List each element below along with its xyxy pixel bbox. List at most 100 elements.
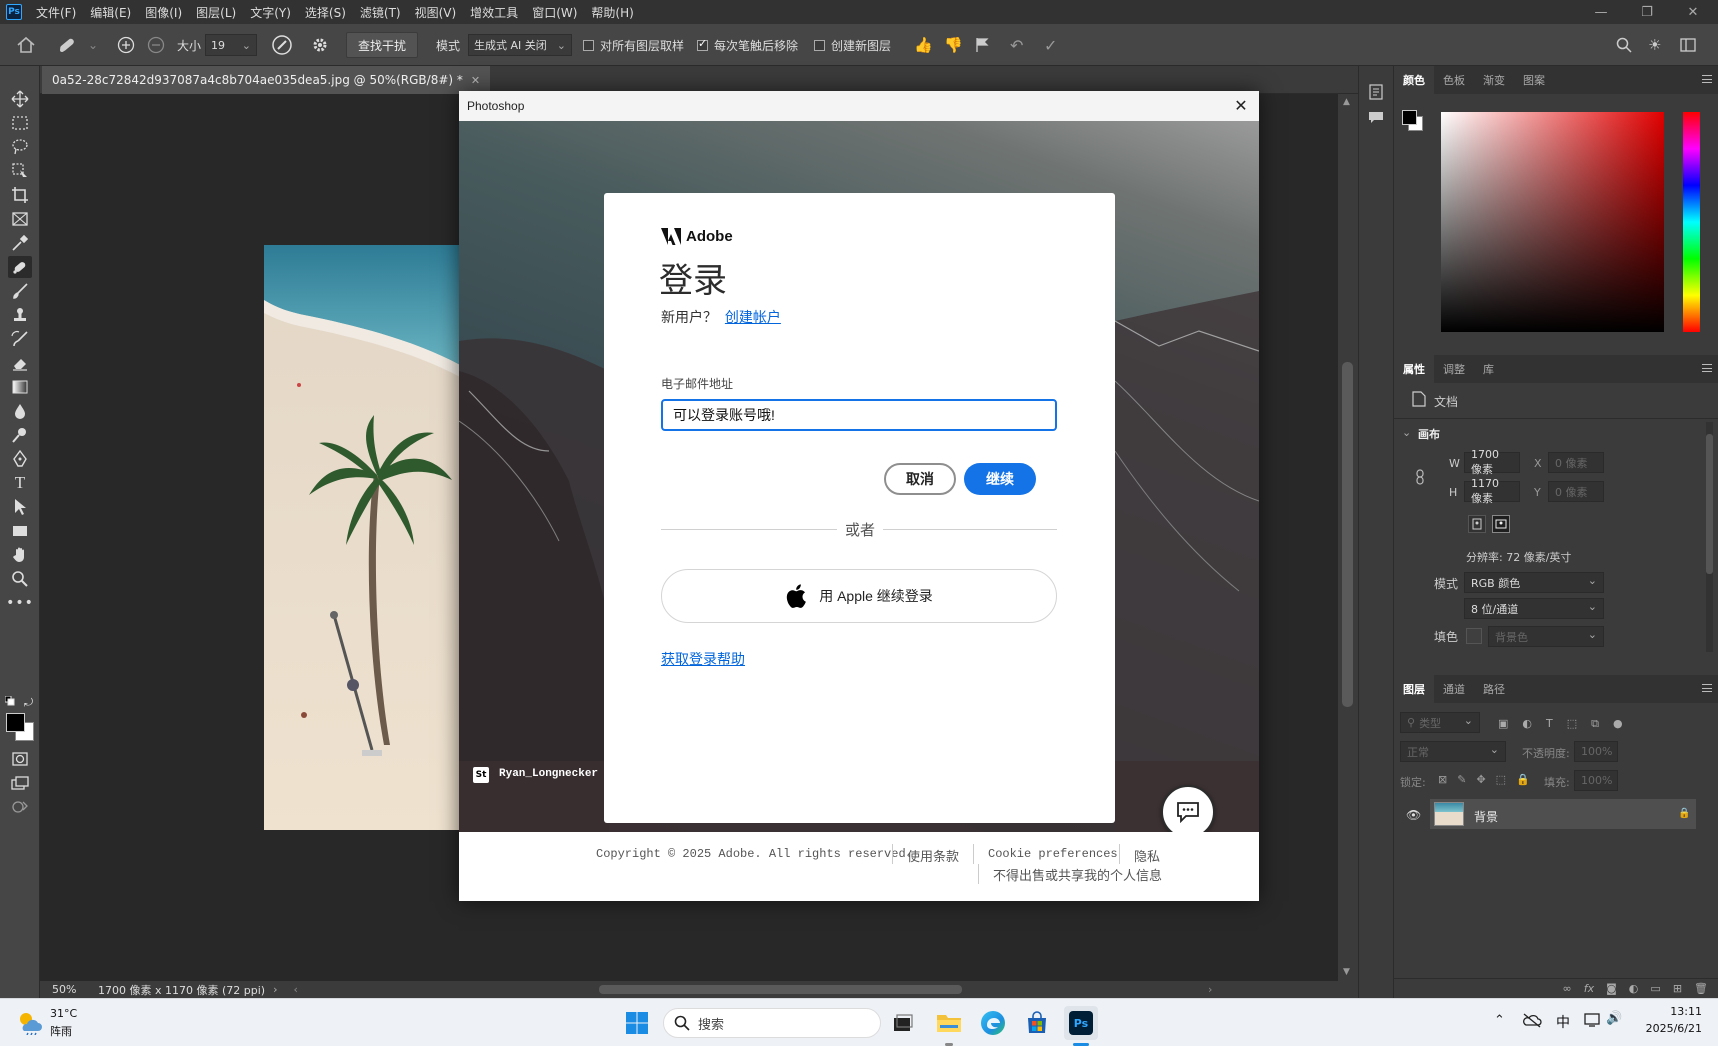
properties-scroll-thumb[interactable] — [1706, 434, 1713, 574]
adjustment-layer-icon[interactable]: ◐ — [1629, 982, 1639, 995]
more-tools-icon[interactable]: ••• — [6, 592, 33, 614]
thumbs-up-icon[interactable]: 👍 — [914, 24, 933, 66]
tab-libraries[interactable]: 库 — [1474, 355, 1503, 383]
settings-gear-icon[interactable] — [310, 24, 330, 66]
add-to-brush-icon[interactable] — [116, 24, 136, 66]
document-image[interactable] — [264, 245, 460, 830]
new-layer-icon[interactable]: ⊞ — [1673, 982, 1682, 995]
lightbulb-icon[interactable]: ☀ — [1648, 24, 1661, 66]
frame-tool-icon[interactable] — [8, 208, 32, 230]
y-field[interactable]: 0 像素 — [1548, 481, 1604, 502]
eyedropper-tool-icon[interactable] — [8, 232, 32, 254]
collapse-chevron-icon[interactable]: ⌄ — [1402, 426, 1411, 439]
object-selection-tool-icon[interactable] — [8, 160, 32, 182]
x-field[interactable]: 0 像素 — [1548, 452, 1604, 473]
move-tool-icon[interactable] — [8, 88, 32, 110]
menu-filter[interactable]: 滤镜(T) — [360, 4, 401, 21]
menu-type[interactable]: 文字(Y) — [250, 4, 291, 21]
history-brush-tool-icon[interactable] — [8, 328, 32, 350]
login-help-link[interactable]: 获取登录帮助 — [661, 649, 745, 669]
lock-artboard-icon[interactable]: ⬚ — [1496, 773, 1506, 786]
workspace-icon[interactable] — [1680, 24, 1696, 66]
pen-tool-icon[interactable] — [8, 448, 32, 470]
new-group-icon[interactable]: ▭ — [1650, 982, 1660, 995]
start-windows-icon[interactable] — [620, 1006, 654, 1040]
menu-window[interactable]: 窗口(W) — [532, 4, 577, 21]
weather-icon[interactable] — [16, 1009, 44, 1035]
menu-view[interactable]: 视图(V) — [415, 4, 457, 21]
panel-menu-icon[interactable] — [1702, 684, 1712, 692]
crop-tool-icon[interactable] — [8, 184, 32, 206]
shape-filter-icon[interactable]: ⬚ — [1567, 717, 1577, 731]
tab-properties[interactable]: 属性 — [1394, 355, 1434, 383]
delete-layer-icon[interactable]: 🗑 — [1694, 982, 1708, 995]
find-distractions-button[interactable]: 查找干扰 — [346, 32, 418, 58]
subtract-brush-icon[interactable] — [146, 24, 166, 66]
panel-menu-icon[interactable] — [1702, 75, 1712, 83]
rectangle-tool-icon[interactable] — [8, 520, 32, 542]
file-explorer-icon[interactable] — [932, 1006, 966, 1040]
eraser-tool-icon[interactable] — [8, 352, 32, 374]
cancel-button[interactable]: 取消 — [884, 463, 956, 495]
bit-depth-select[interactable]: 8 位/通道 — [1464, 598, 1604, 619]
blur-tool-icon[interactable] — [8, 400, 32, 422]
pixel-filter-icon[interactable]: ▣ — [1498, 717, 1508, 731]
clone-stamp-tool-icon[interactable] — [8, 304, 32, 326]
tab-color[interactable]: 颜色 — [1394, 66, 1434, 94]
layer-filter-select[interactable]: ⚲ 类型 — [1400, 712, 1480, 733]
spot-healing-tool-icon[interactable] — [8, 256, 32, 278]
flag-icon[interactable] — [975, 24, 989, 66]
link-dimensions-icon[interactable] — [1414, 469, 1426, 485]
height-field[interactable]: 1170 像素 — [1464, 477, 1520, 505]
privacy-link[interactable]: 隐私 — [1134, 846, 1160, 865]
portrait-orientation-icon[interactable] — [1468, 515, 1486, 533]
create-new-layer-checkbox[interactable]: 创建新图层 — [814, 24, 891, 66]
menu-help[interactable]: 帮助(H) — [591, 4, 633, 21]
marquee-tool-icon[interactable] — [8, 112, 32, 134]
minimize-icon[interactable]: — — [1578, 0, 1624, 24]
share-icon[interactable] — [8, 796, 32, 818]
vertical-scroll-thumb[interactable] — [1342, 362, 1353, 707]
tab-layers[interactable]: 图层 — [1394, 675, 1434, 703]
layer-row[interactable] — [1430, 799, 1696, 829]
vertical-scrollbar[interactable]: ▲ ▼ — [1338, 94, 1358, 981]
menu-layer[interactable]: 图层(L) — [196, 4, 236, 21]
do-not-sell-link[interactable]: 不得出售或共享我的个人信息 — [993, 865, 1162, 884]
volume-icon[interactable]: 🔊 — [1606, 1011, 1622, 1026]
spot-healing-brush-icon[interactable] — [56, 24, 80, 66]
lock-position-icon[interactable]: ✥ — [1476, 773, 1485, 786]
close-tab-icon[interactable]: ✕ — [471, 74, 480, 87]
brush-tool-icon[interactable] — [8, 280, 32, 302]
status-menu-chevron-icon[interactable]: › — [273, 983, 277, 996]
email-input[interactable]: 可以登录账号哦! — [661, 399, 1057, 431]
terms-link[interactable]: 使用条款 — [907, 846, 959, 865]
landscape-orientation-icon[interactable] — [1492, 515, 1510, 533]
clock-time[interactable]: 13:11 — [1636, 1005, 1702, 1018]
sample-all-layers-checkbox[interactable]: 对所有图层取样 — [583, 24, 684, 66]
layer-name[interactable]: 背景 — [1474, 808, 1498, 825]
thumbs-down-icon[interactable]: 👎 — [944, 24, 963, 66]
menu-select[interactable]: 选择(S) — [305, 4, 346, 21]
default-colors-icon[interactable] — [5, 696, 15, 706]
edge-browser-icon[interactable] — [976, 1006, 1010, 1040]
filter-toggle-icon[interactable]: ● — [1613, 717, 1623, 731]
link-layers-icon[interactable]: ∞ — [1563, 982, 1572, 995]
tab-adjustments[interactable]: 调整 — [1434, 355, 1474, 383]
search-icon[interactable] — [1616, 24, 1632, 66]
photo-credit[interactable]: Ryan_Longnecker — [499, 768, 598, 780]
brush-pressure-icon[interactable] — [270, 24, 294, 66]
tab-patterns[interactable]: 图案 — [1514, 66, 1554, 94]
comments-panel-icon[interactable] — [1368, 111, 1384, 125]
color-mode-select[interactable]: RGB 颜色 — [1464, 572, 1604, 593]
properties-scrollbar[interactable] — [1706, 422, 1713, 652]
hue-slider[interactable] — [1683, 112, 1700, 332]
home-icon[interactable] — [16, 24, 36, 66]
document-tab[interactable]: 0a52-28c72842d937087a4c8b704ae035dea5.jp… — [42, 66, 491, 94]
undo-icon[interactable]: ↶ — [1010, 24, 1023, 66]
tool-preset-chevron-icon[interactable]: ⌄ — [88, 24, 98, 66]
menu-file[interactable]: 文件(F) — [36, 4, 76, 21]
remove-after-stroke-checkbox[interactable]: 每次笔触后移除 — [697, 24, 798, 66]
scroll-down-icon[interactable]: ▼ — [1343, 967, 1350, 977]
network-icon[interactable] — [1584, 1012, 1602, 1028]
swap-colors-icon[interactable]: ⤾ — [24, 696, 33, 710]
